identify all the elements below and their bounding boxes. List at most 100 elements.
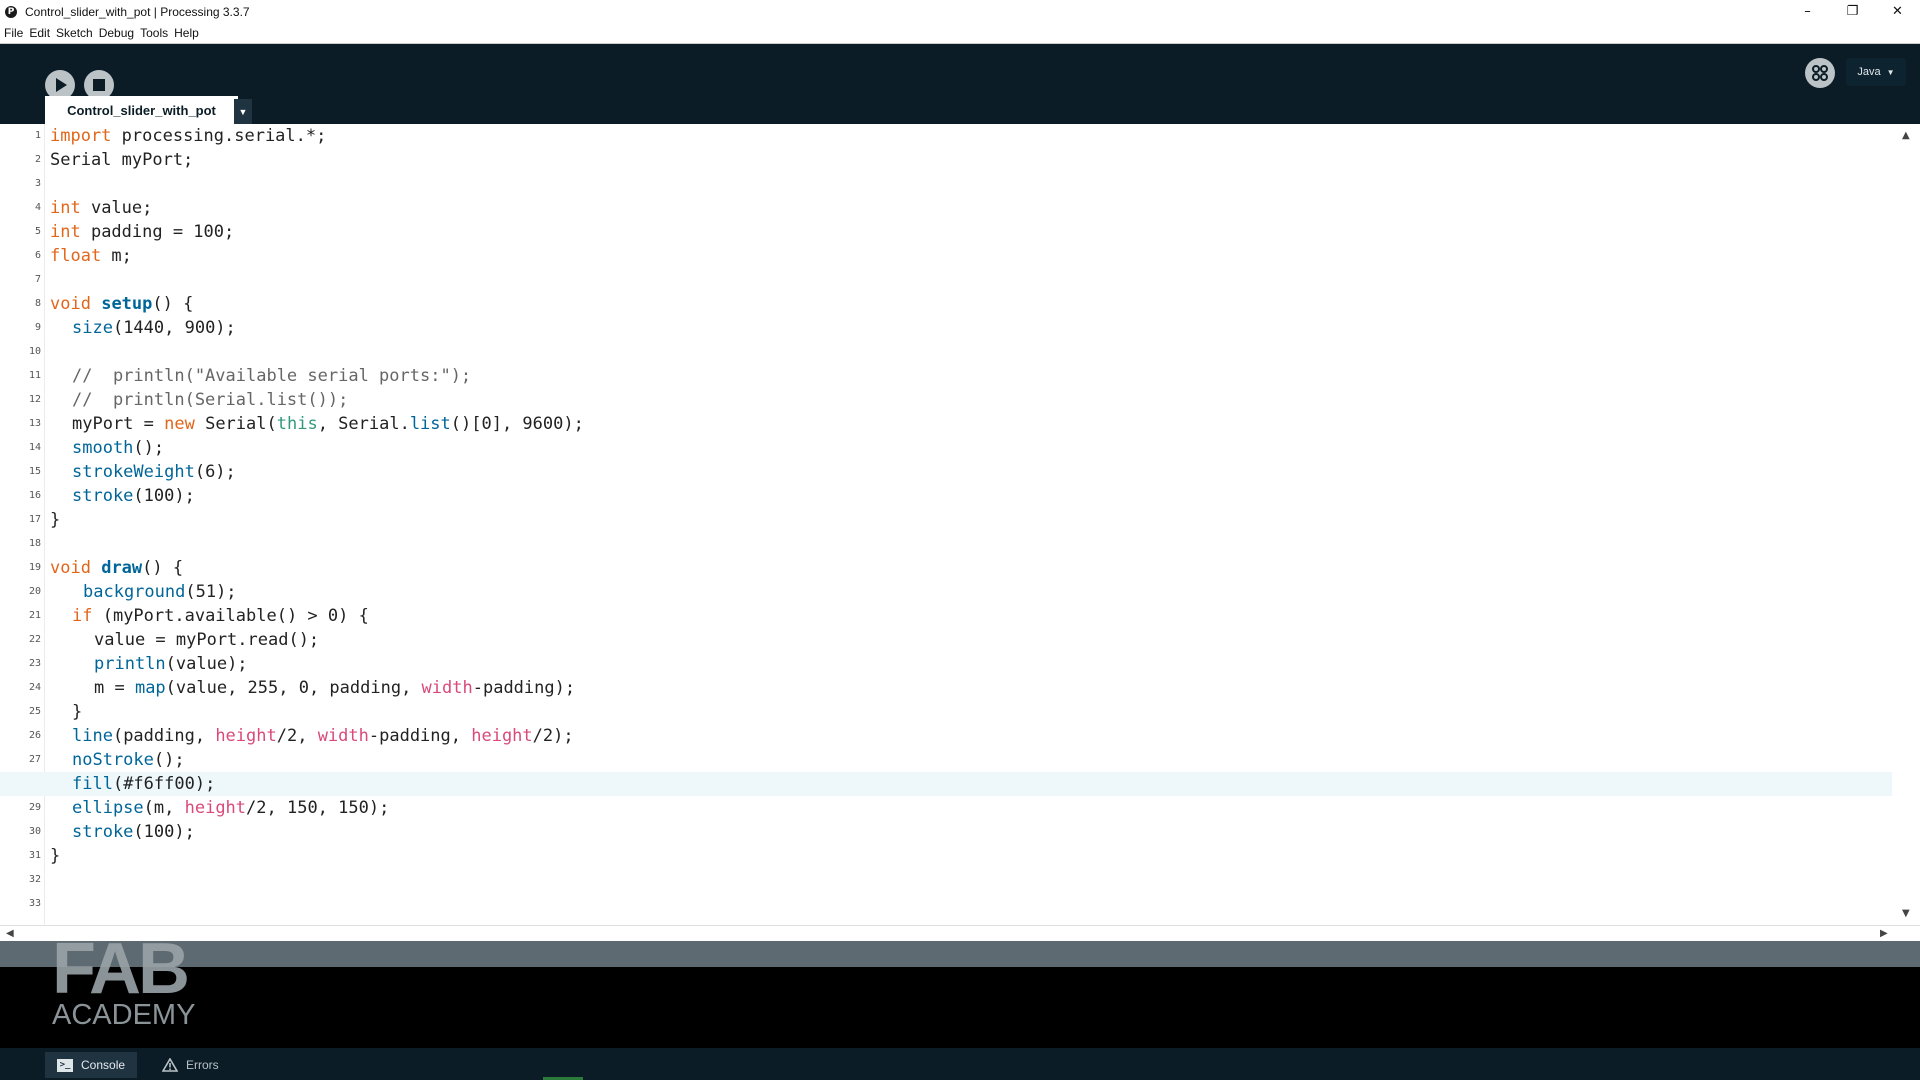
console-divider[interactable] [0,941,1920,967]
code-text: (6); [194,462,236,482]
code-line-9: size(1440, 900); [50,316,1912,340]
keyword: float [50,246,102,266]
line-number: 16 [28,490,41,501]
code-text: -padding); [472,678,576,698]
debug-button[interactable] [1805,58,1835,88]
close-button[interactable]: ✕ [1875,0,1920,23]
toolbar: Java ▼ [0,44,1920,124]
code-text: ()[0], 9600); [450,414,584,434]
code-line-26: line(padding, height/2, width-padding, h… [50,724,1912,748]
keyword: import [50,126,112,146]
scroll-right-icon[interactable]: ▶ [1880,928,1888,939]
line-number: 33 [28,898,41,909]
line-number: 30 [28,826,41,837]
line-number: 11 [28,370,41,381]
code-text: (100); [133,486,195,506]
line-number: 21 [28,610,41,621]
code-text: () { [142,558,184,578]
processing-icon: P [5,5,17,18]
code-text: , Serial. [317,414,410,434]
builtin-variable: height [215,726,277,746]
line-number: 17 [28,514,41,525]
function-name: draw [101,558,143,578]
code-line-8: void setup() { [50,292,1890,316]
line-number: 13 [28,418,41,429]
horizontal-scrollbar[interactable]: ◀ ▶ [0,925,1920,942]
console-output[interactable] [0,967,1920,1048]
code-area[interactable]: import processing.serial.*; Serial myPor… [50,124,1890,925]
keyword: int [50,198,81,218]
code-line-17: } [50,508,1890,532]
scroll-left-icon[interactable]: ◀ [6,928,14,939]
code-editor[interactable]: 1 2 3 4 5 6 7 8 9 10 11 12 13 14 15 16 17 18 19 20 21 22 23 24 2… [0,124,1920,925]
tab-console[interactable]: >_ Console [45,1052,138,1078]
builtin-variable: width [421,678,473,698]
line-number: 27 [28,754,41,765]
code-line-2: Serial myPort; [50,148,1890,172]
code-text: (); [133,438,165,458]
line-number: 29 [28,802,41,813]
line-number: 5 [34,226,41,237]
function-name: setup [101,294,153,314]
line-number: 22 [28,634,41,645]
menu-file[interactable]: File [0,26,26,40]
code-text: (#f6ff00); [112,774,216,794]
code-text: m; [101,246,132,266]
code-text: Serial myPort; [50,150,194,170]
code-line-1: import processing.serial.*; [50,124,1890,148]
code-line-12: // println(Serial.list()); [50,388,1912,412]
window-controls: – ❐ ✕ [1785,0,1920,23]
scroll-down-icon[interactable]: ▼ [1902,908,1910,919]
tab-errors[interactable]: Errors [150,1052,231,1078]
warning-icon [162,1058,178,1072]
minimize-button[interactable]: – [1785,0,1830,23]
line-number: 32 [28,874,41,885]
mode-label: Java [1857,66,1881,78]
menu-bar: File Edit Sketch Debug Tools Help [0,23,1920,44]
code-line-4: int value; [50,196,1890,220]
code-line-27: noStroke(); [50,748,1912,772]
title-bar: P Control_slider_with_pot | Processing 3… [0,0,1920,23]
function-name: fill [72,774,113,794]
code-text: padding = 100; [80,222,235,242]
code-text: (1440, 900); [112,318,236,338]
code-text: myPort = [72,414,165,434]
tab-menu-button[interactable]: ▼ [234,99,252,124]
menu-help[interactable]: Help [171,26,202,40]
line-number: 10 [28,346,41,357]
code-line-6: float m; [50,244,1890,268]
scroll-up-icon[interactable]: ▲ [1902,130,1910,141]
line-number: 25 [28,706,41,717]
restore-button[interactable]: ❐ [1830,0,1875,23]
builtin-variable: height [184,798,247,818]
keyword: void [50,558,91,578]
code-text: () { [152,294,194,314]
tab-sketch[interactable]: Control_slider_with_pot [45,96,238,124]
line-number: 26 [28,730,41,741]
keyword: this [276,414,318,434]
code-line-30: stroke(100); [50,820,1912,844]
menu-tools[interactable]: Tools [137,26,171,40]
code-text: } [50,510,61,530]
keyword: new [164,414,195,434]
debugger-icon [1812,65,1828,81]
code-line-20: background(51); [50,580,1920,604]
code-line-22: value = myPort.read(); [50,628,1920,652]
line-number: 24 [28,682,41,693]
menu-edit[interactable]: Edit [26,26,53,40]
function-name: ellipse [72,798,144,818]
vertical-scrollbar[interactable]: ▲ ▼ [1894,124,1920,925]
code-text: -padding, [368,726,472,746]
code-text: value; [80,198,153,218]
builtin-variable: width [317,726,369,746]
function-name: line [72,726,113,746]
window-title: Control_slider_with_pot | Processing 3.3… [25,4,250,19]
code-text: Serial( [194,414,277,434]
menu-sketch[interactable]: Sketch [53,26,96,40]
tab-errors-label: Errors [186,1058,219,1072]
comment: // println(Serial.list()); [72,390,349,410]
mode-selector[interactable]: Java ▼ [1846,58,1906,86]
menu-debug[interactable]: Debug [96,26,137,40]
code-text: (); [153,750,185,770]
line-number: 15 [28,466,41,477]
